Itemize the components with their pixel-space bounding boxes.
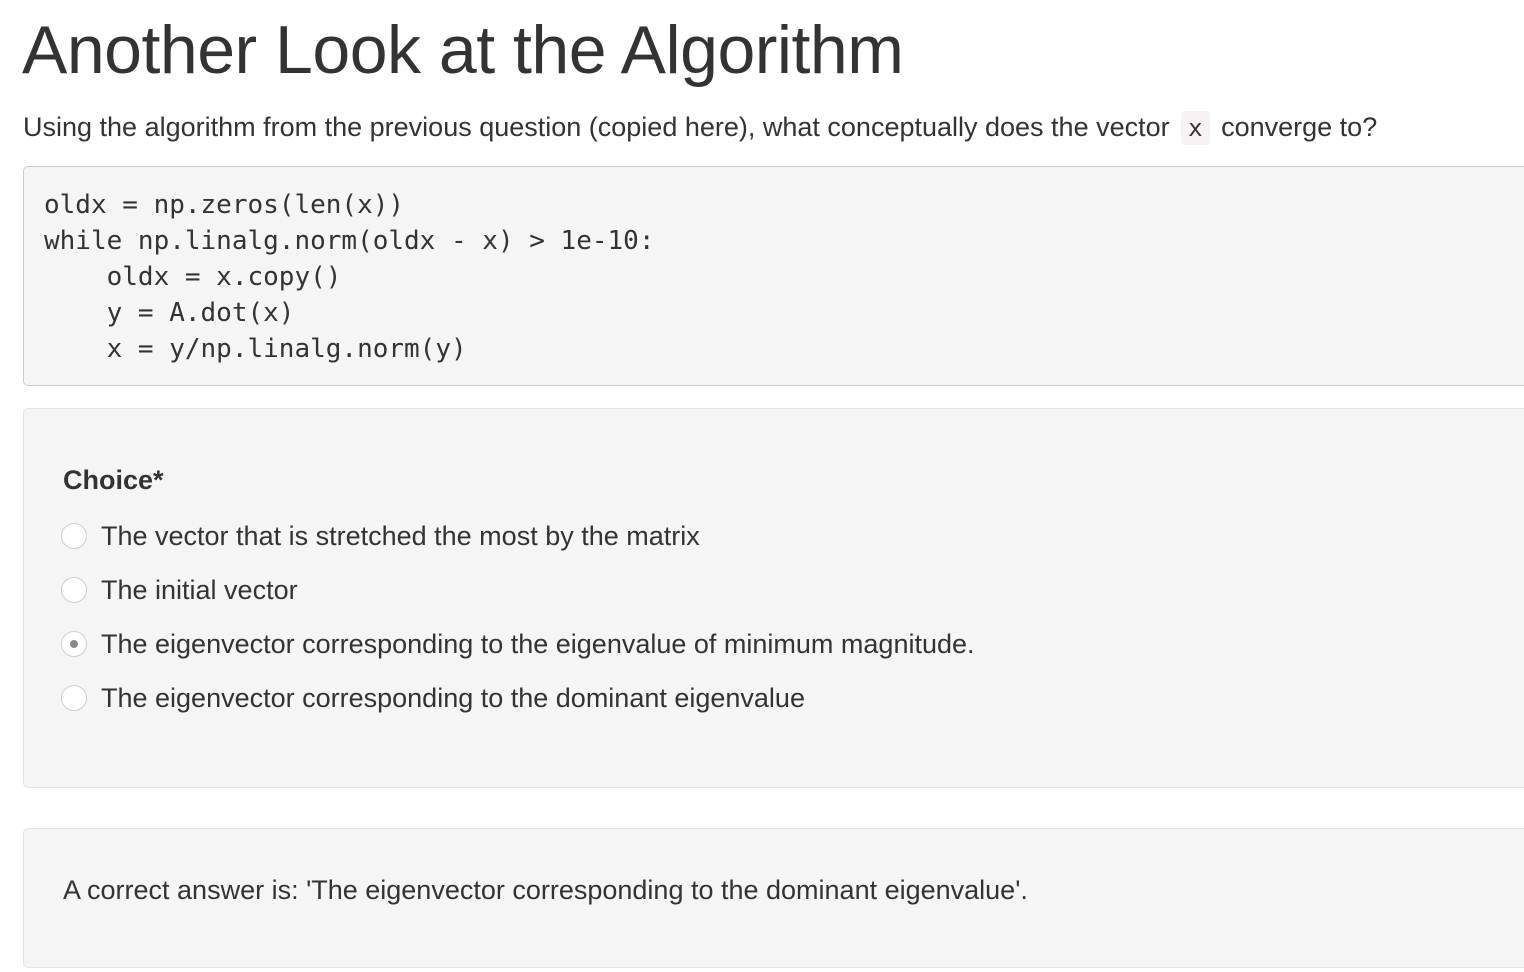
code-block: oldx = np.zeros(len(x)) while np.linalg.… bbox=[23, 166, 1524, 386]
radio-button[interactable] bbox=[61, 631, 87, 657]
choice-option-2[interactable]: The initial vector bbox=[61, 573, 298, 607]
prompt-text-after: converge to? bbox=[1221, 112, 1378, 142]
choice-label: Choice* bbox=[63, 465, 164, 495]
prompt-inline-code: x bbox=[1181, 111, 1210, 145]
correct-answer-text: A correct answer is: 'The eigenvector co… bbox=[63, 875, 1028, 905]
prompt-text-before: Using the algorithm from the previous qu… bbox=[23, 112, 1170, 142]
choice-option-label: The initial vector bbox=[101, 575, 298, 605]
choice-option-3[interactable]: The eigenvector corresponding to the eig… bbox=[61, 627, 975, 661]
choice-option-label: The eigenvector corresponding to the dom… bbox=[101, 683, 805, 713]
code-line: y = A.dot(x) bbox=[44, 298, 295, 328]
code-line: while np.linalg.norm(oldx - x) > 1e-10: bbox=[44, 226, 655, 256]
code-line: oldx = np.zeros(len(x)) bbox=[44, 190, 405, 220]
choice-option-4[interactable]: The eigenvector corresponding to the dom… bbox=[61, 681, 805, 715]
choice-option-label: The vector that is stretched the most by… bbox=[101, 521, 700, 551]
radio-button[interactable] bbox=[61, 577, 87, 603]
page-title: Another Look at the Algorithm bbox=[22, 12, 904, 88]
choice-option-label: The eigenvector corresponding to the eig… bbox=[101, 629, 975, 659]
code-line: oldx = x.copy() bbox=[44, 262, 342, 292]
choice-option-1[interactable]: The vector that is stretched the most by… bbox=[61, 519, 700, 553]
feedback-panel: A correct answer is: 'The eigenvector co… bbox=[23, 828, 1524, 968]
code-line: x = y/np.linalg.norm(y) bbox=[44, 334, 467, 364]
radio-button[interactable] bbox=[61, 523, 87, 549]
choice-panel: Choice* The vector that is stretched the… bbox=[23, 408, 1524, 788]
radio-button[interactable] bbox=[61, 685, 87, 711]
question-prompt: Using the algorithm from the previous qu… bbox=[23, 108, 1377, 146]
